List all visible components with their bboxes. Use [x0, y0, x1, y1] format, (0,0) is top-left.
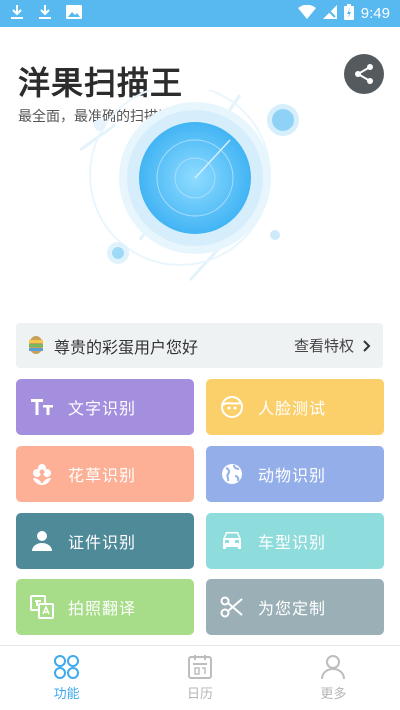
image-icon [66, 4, 82, 23]
nav-item-more[interactable]: 更多 [267, 646, 400, 710]
wifi-icon [297, 4, 316, 23]
tile-customize[interactable]: 为您定制 [206, 579, 384, 635]
view-privileges-label: 查看特权 [293, 337, 354, 355]
nav-item-calendar[interactable]: 日历 [133, 646, 266, 710]
text-icon [30, 395, 54, 419]
calendar-icon [187, 655, 212, 679]
tile-id-recognition[interactable]: 证件识别 [16, 513, 194, 569]
view-privileges-link[interactable]: 查看特权 [294, 335, 371, 356]
share-icon [355, 64, 373, 84]
tile-face-test[interactable]: 人脸测试 [206, 379, 384, 435]
tile-car-recognition[interactable]: 车型识别 [206, 513, 384, 569]
nav-label-functions: 功能 [53, 687, 80, 702]
translate-icon [30, 595, 54, 619]
status-time: 9:49 [360, 5, 390, 22]
car-icon [220, 529, 244, 553]
share-button[interactable] [344, 54, 384, 94]
globe-icon [220, 462, 244, 486]
tile-animal-recognition[interactable]: 动物识别 [206, 446, 384, 502]
tile-plant-recognition[interactable]: 花草识别 [16, 446, 194, 502]
bottom-nav: 功能 日历 更多 [0, 645, 400, 710]
download-icon [38, 4, 52, 24]
download-icon [10, 4, 24, 24]
vip-banner[interactable]: 尊贵的彩蛋用户您好 查看特权 [16, 323, 383, 368]
vip-greeting: 尊贵的彩蛋用户您好 [54, 337, 199, 357]
tile-photo-translation[interactable]: 拍照翻译 [16, 579, 194, 635]
hero-radar-illustration [70, 84, 340, 290]
user-icon [321, 655, 346, 680]
face-icon [220, 395, 244, 419]
scissors-icon [220, 595, 244, 619]
chevron-right-icon [363, 339, 371, 352]
status-bar: 9:49 [0, 0, 400, 27]
tile-text-recognition[interactable]: 文字识别 [16, 379, 194, 435]
nav-label-more: 更多 [320, 687, 347, 702]
easter-egg-icon [28, 334, 44, 358]
nav-label-calendar: 日历 [186, 687, 213, 702]
person-icon [30, 529, 54, 553]
flower-icon [30, 462, 54, 486]
battery-charging-icon [343, 3, 354, 24]
nav-item-functions[interactable]: 功能 [0, 646, 133, 710]
grid-icon [53, 655, 79, 679]
no-signal-icon [322, 4, 337, 23]
